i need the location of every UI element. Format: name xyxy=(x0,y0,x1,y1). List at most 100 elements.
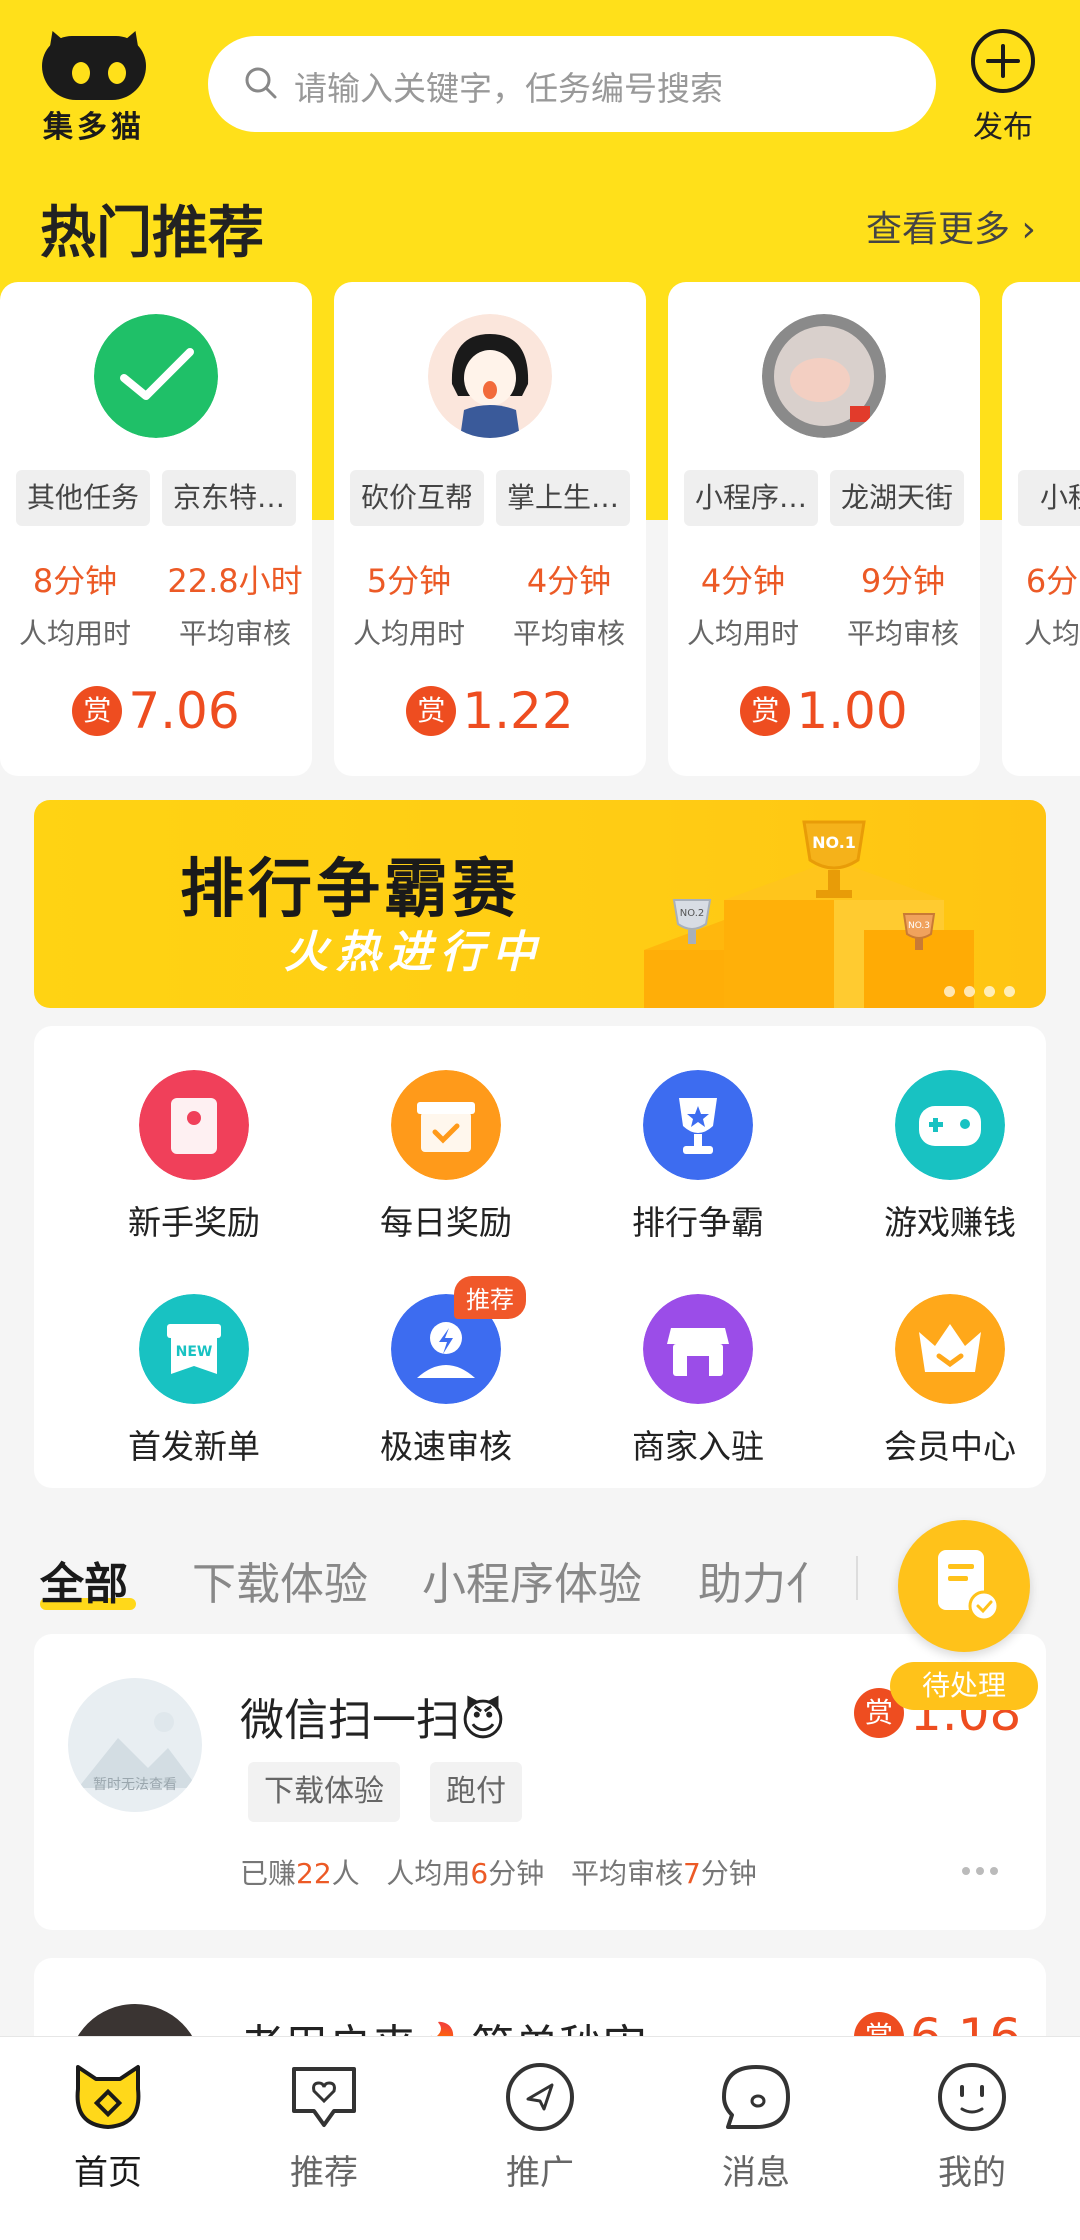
tab-download[interactable]: 下载体验 xyxy=(192,1548,368,1612)
publish-button[interactable]: 发布 xyxy=(958,28,1048,148)
menu-label: 每日奖励 xyxy=(380,1203,512,1242)
pagination-dot xyxy=(944,986,955,997)
more-options-icon[interactable] xyxy=(962,1860,1004,1879)
nav-home[interactable]: 首页 xyxy=(28,2059,188,2194)
card-tag: 小程序… xyxy=(684,470,818,526)
ranking-banner[interactable]: 排行争霸赛 火热进行中 NO.1 NO.2 NO.3 xyxy=(34,800,1046,1008)
meta-text: 分钟 xyxy=(700,1857,757,1890)
avg-time-label: 人均用时 xyxy=(352,617,465,650)
menu-label: 极速审核 xyxy=(380,1427,512,1466)
task-tag: 下载体验 xyxy=(248,1762,400,1822)
recommend-bubble-icon xyxy=(292,2067,356,2127)
feature-grid: 新手奖励 每日奖励 排行争霸 游戏赚钱 NEW 首发新单 极速审核 推荐 商家入… xyxy=(34,1026,1046,1488)
shop-icon xyxy=(643,1294,753,1404)
cat-logo-icon xyxy=(42,36,146,100)
wechat-check-avatar-icon xyxy=(94,314,218,438)
gift-box-icon xyxy=(391,1070,501,1180)
avg-review-label: 平均审核 xyxy=(512,617,625,650)
avg-review-label: 平均审核 xyxy=(846,617,959,650)
baby-hand-avatar-icon xyxy=(762,314,886,438)
nav-label: 消息 xyxy=(722,2153,790,2193)
pending-float-button[interactable]: 待处理 xyxy=(890,1520,1038,1710)
task-title: 微信扫一扫😈 xyxy=(240,1695,506,1746)
menu-label: 排行争霸 xyxy=(632,1203,764,1242)
hot-cards-carousel[interactable]: 其他任务 京东特… 8分钟 22.8小时 人均用时 平均审核 赏 7.06 砍价互… xyxy=(0,282,1080,778)
nav-profile[interactable]: 我的 xyxy=(892,2059,1052,2194)
tab-assist[interactable]: 助力亻 xyxy=(698,1548,818,1612)
menu-label: 首发新单 xyxy=(128,1427,260,1466)
trophy-podium-icon: NO.1 NO.2 NO.3 xyxy=(644,820,974,1008)
meta-text: 平均审核 xyxy=(570,1857,683,1890)
card-tag: 小程 xyxy=(1018,470,1080,526)
meta-text: 人均用 xyxy=(386,1857,471,1890)
view-more-link[interactable]: 查看更多 › xyxy=(866,200,1036,252)
nav-messages[interactable]: 消息 xyxy=(676,2059,836,2194)
card-tag: 掌上生… xyxy=(496,470,630,526)
hot-card[interactable]: 砍价互帮 掌上生… 5分钟 4分钟 人均用时 平均审核 赏 1.22 xyxy=(334,282,646,776)
reward-value: 1.22 xyxy=(462,682,574,740)
search-icon xyxy=(245,67,277,99)
avg-review-value: 22.8小时 xyxy=(167,562,303,600)
menu-label: 会员中心 xyxy=(884,1427,1016,1466)
avg-time-value: 4分钟 xyxy=(700,562,786,600)
card-tag: 龙湖天街 xyxy=(830,470,964,526)
menu-label: 游戏赚钱 xyxy=(884,1203,1016,1242)
tab-divider xyxy=(856,1556,858,1600)
promote-compass-icon xyxy=(506,2063,574,2131)
meta-text: 分钟 xyxy=(488,1857,545,1890)
search-placeholder: 请输入关键字，任务编号搜索 xyxy=(294,69,723,108)
menu-fast-review[interactable]: 极速审核 xyxy=(346,1294,546,1468)
menu-daily-reward[interactable]: 每日奖励 xyxy=(346,1070,546,1244)
placeholder-image-avatar: 暂时无法查看 xyxy=(68,1678,202,1812)
meta-review-value: 7 xyxy=(682,1857,701,1890)
nav-promote[interactable]: 推广 xyxy=(460,2059,620,2194)
red-envelope-icon xyxy=(139,1070,249,1180)
avg-time-label: 人均用时 xyxy=(686,617,799,650)
banner-pagination xyxy=(944,982,1024,1001)
menu-ranking[interactable]: 排行争霸 xyxy=(598,1070,798,1244)
avg-time-value: 6分 xyxy=(1025,562,1079,600)
menu-new-order[interactable]: NEW 首发新单 xyxy=(94,1294,294,1468)
avg-time-value: 8分钟 xyxy=(32,562,118,600)
float-circle xyxy=(898,1520,1030,1652)
menu-game-earn[interactable]: 游戏赚钱 xyxy=(850,1070,1050,1244)
nav-recommend[interactable]: 推荐 xyxy=(244,2059,404,2194)
menu-member-center[interactable]: 会员中心 xyxy=(850,1294,1050,1468)
menu-merchant-join[interactable]: 商家入驻 xyxy=(598,1294,798,1468)
girl-avatar-icon xyxy=(428,314,552,438)
nav-label: 推荐 xyxy=(290,2153,358,2193)
tab-all[interactable]: 全部 xyxy=(40,1548,128,1612)
pagination-dot xyxy=(1004,986,1015,997)
document-check-icon xyxy=(938,1550,1000,1622)
search-bar[interactable]: 请输入关键字，任务编号搜索 xyxy=(208,36,936,132)
new-tag-icon: NEW xyxy=(139,1294,249,1404)
cup-label-1: NO.1 xyxy=(812,833,856,852)
card-tag: 砍价互帮 xyxy=(350,470,484,526)
hot-card[interactable]: 小程序… 龙湖天街 4分钟 9分钟 人均用时 平均审核 赏 1.00 xyxy=(668,282,980,776)
task-tag: 跑付 xyxy=(430,1762,522,1822)
menu-newbie-reward[interactable]: 新手奖励 xyxy=(94,1070,294,1244)
reward-value: 1.00 xyxy=(796,682,908,740)
card-tag: 其他任务 xyxy=(16,470,150,526)
nav-label: 首页 xyxy=(74,2153,142,2193)
meta-text: 已赚 xyxy=(240,1857,297,1890)
tab-mini-program[interactable]: 小程序体验 xyxy=(422,1548,642,1612)
reward-badge-icon: 赏 xyxy=(406,686,457,736)
reward-badge-icon: 赏 xyxy=(72,686,123,736)
app-logo[interactable]: 集多猫 xyxy=(35,24,153,145)
avg-review-value: 9分钟 xyxy=(860,562,946,600)
svg-text:NEW: NEW xyxy=(176,1344,213,1360)
reward-value: 7.06 xyxy=(128,682,240,740)
avg-review-label: 平均审核 xyxy=(178,617,291,650)
view-more-label: 查看更多 xyxy=(866,209,1011,250)
nav-label: 我的 xyxy=(938,2153,1006,2193)
hot-card[interactable]: 其他任务 京东特… 8分钟 22.8小时 人均用时 平均审核 赏 7.06 xyxy=(0,282,312,776)
chevron-right-icon: › xyxy=(1010,209,1036,250)
pagination-dot xyxy=(984,986,995,997)
publish-label: 发布 xyxy=(973,110,1033,145)
card-tag: 京东特… xyxy=(162,470,296,526)
crown-icon xyxy=(895,1294,1005,1404)
message-bubble-icon xyxy=(722,2065,790,2129)
hot-card[interactable]: 小程 6分 人均 xyxy=(1002,282,1080,776)
avg-time-value: 5分钟 xyxy=(366,562,452,600)
